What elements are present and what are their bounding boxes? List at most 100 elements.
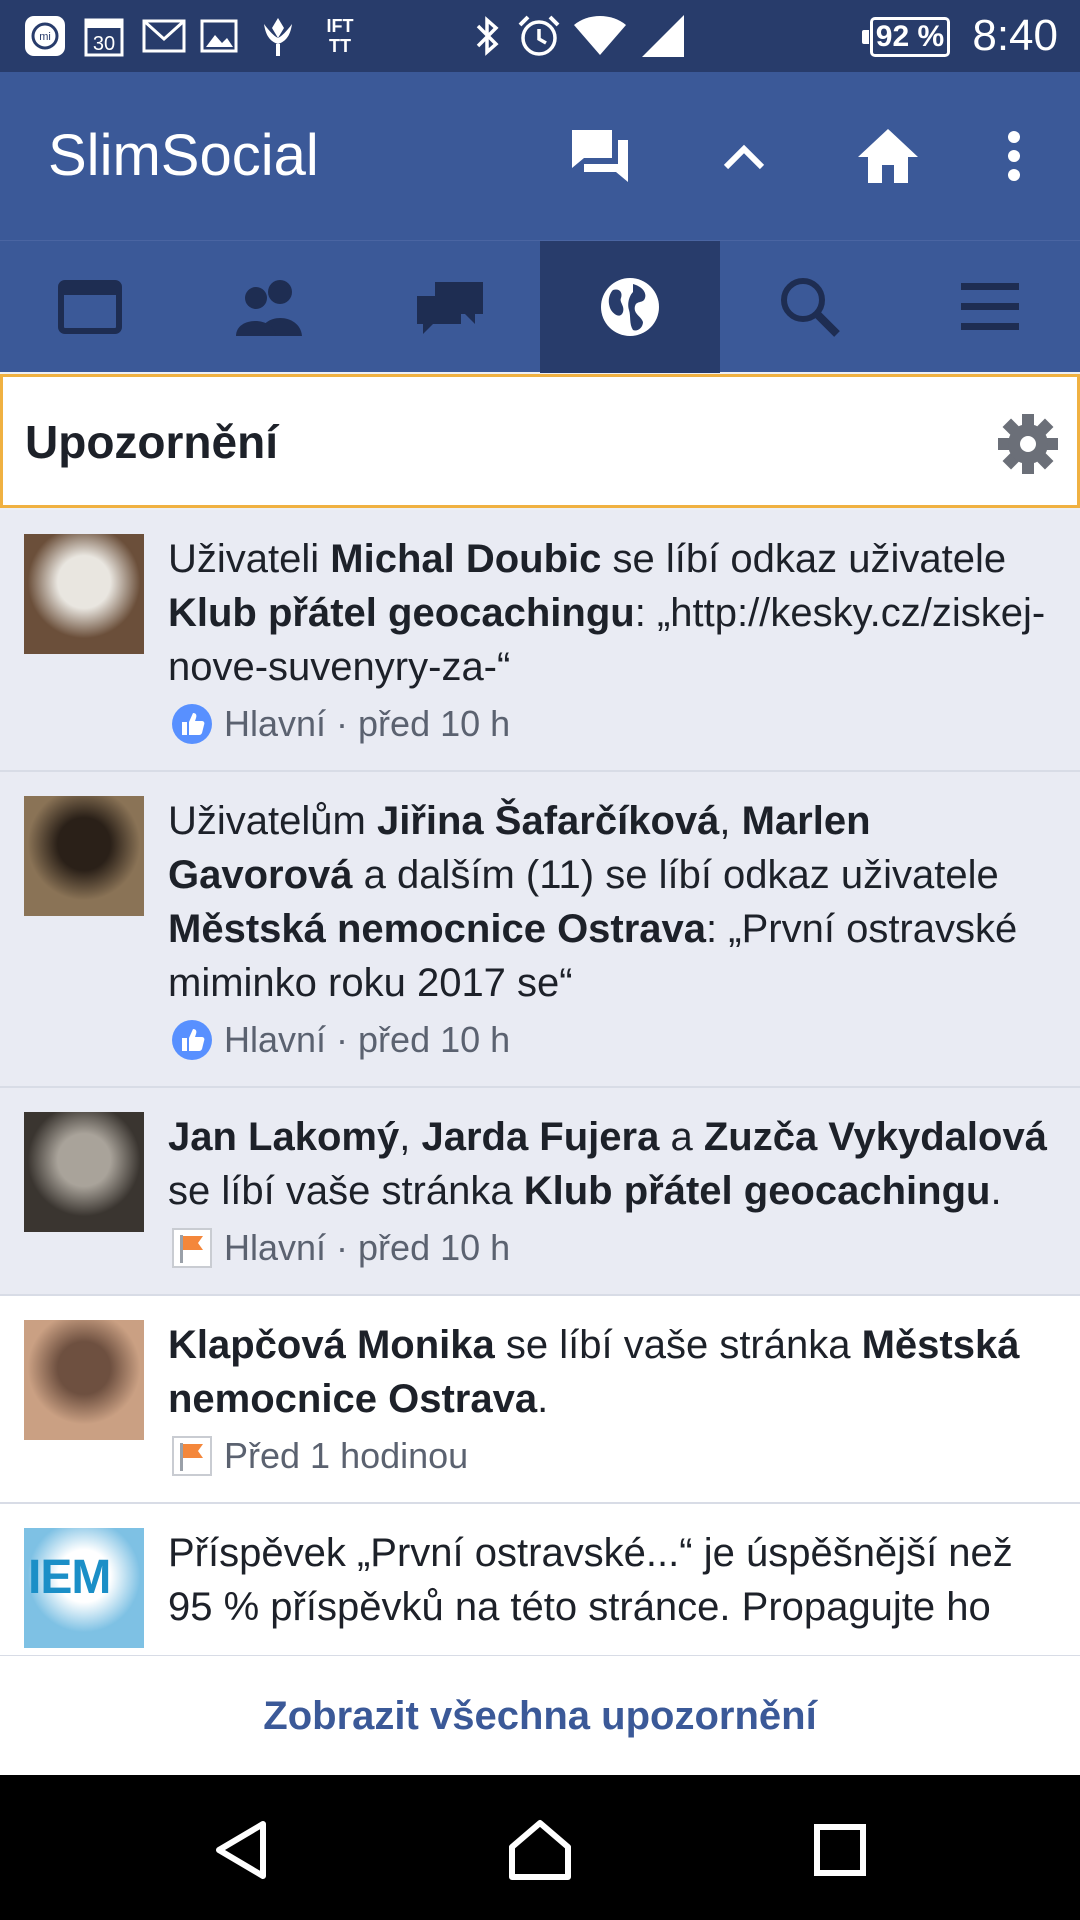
notification-text-part: , <box>399 1115 422 1159</box>
globe-icon <box>601 278 659 336</box>
status-bar: mi 30 IFT TT 92 % 8:40 <box>0 0 1080 72</box>
notification-timestamp: Hlavní · před 10 h <box>224 1227 511 1268</box>
tab-friends[interactable] <box>180 241 360 373</box>
home-nav-button[interactable] <box>485 1805 595 1895</box>
alarm-icon <box>516 12 562 60</box>
notification-text-part: se líbí vaše stránka <box>494 1323 862 1367</box>
image-icon <box>200 12 238 60</box>
avatar-logo-text: IEM <box>28 1551 111 1604</box>
search-icon <box>781 278 840 337</box>
tab-search[interactable] <box>720 241 900 373</box>
gear-icon <box>998 414 1058 474</box>
more-vert-icon <box>1008 131 1020 181</box>
chevron-up-icon <box>723 144 765 170</box>
friends-icon <box>236 280 302 336</box>
page-flag-icon <box>168 1224 216 1272</box>
notification-meta: Před 1 hodinou <box>168 1428 1060 1484</box>
gmail-icon <box>142 12 186 60</box>
notification-entity: Klub přátel geocachingu <box>168 591 635 635</box>
notification-text: Jan Lakomý, Jarda Fujera a Zuzča Vykydal… <box>168 1110 1060 1218</box>
notification-text-part: se líbí odkaz uživatele <box>601 537 1007 581</box>
recents-button[interactable] <box>785 1805 895 1895</box>
svg-text:IFT: IFT <box>327 16 354 36</box>
avatar <box>24 534 144 654</box>
like-icon <box>168 700 216 748</box>
notification-text: Klapčová Monika se líbí vaše stránka Měs… <box>168 1318 1060 1426</box>
notification-meta: Hlavní · před 10 h <box>168 696 1060 752</box>
hamburger-icon <box>961 283 1019 330</box>
notification-entity: Klub přátel geocachingu <box>523 1169 991 1213</box>
notification-text: Uživateli Michal Doubic se líbí odkaz už… <box>168 532 1060 694</box>
recents-icon <box>814 1824 866 1876</box>
notification-text-part: . <box>537 1377 549 1421</box>
avatar <box>24 1112 144 1232</box>
tab-notifications[interactable] <box>540 241 720 373</box>
notification-timestamp: Hlavní · před 10 h <box>224 1019 511 1060</box>
home-button[interactable] <box>844 112 932 200</box>
back-button[interactable] <box>186 1805 296 1895</box>
scroll-up-button[interactable] <box>700 112 788 200</box>
notification-entity: Jarda Fujera <box>421 1115 660 1159</box>
like-icon <box>168 1016 216 1064</box>
notification-entity: Michal Doubic <box>330 537 602 581</box>
notification-meta: Hlavní · před 10 h <box>168 1220 1060 1276</box>
notification-text: Uživatelům Jiřina Šafarčíková, Marlen Ga… <box>168 794 1060 1010</box>
tab-menu[interactable] <box>900 241 1080 373</box>
svg-text:mi: mi <box>39 31 51 43</box>
app-title: SlimSocial <box>48 123 319 188</box>
mi-icon: mi <box>24 12 66 60</box>
ifttt-icon: IFT TT <box>318 12 362 60</box>
messages-icon <box>572 130 628 182</box>
battery-indicator: 92 % <box>862 17 950 57</box>
tab-bar <box>0 240 1080 373</box>
notification-meta: Hlavní · před 10 h <box>168 1012 1060 1068</box>
notification-text-part: a dalším (11) se líbí odkaz uživatele <box>352 853 999 897</box>
see-all-notifications-link[interactable]: Zobrazit všechna upozornění <box>0 1655 1080 1775</box>
page-flag-icon <box>168 1432 216 1480</box>
svg-text:TT: TT <box>329 36 351 56</box>
signal-icon <box>640 12 686 60</box>
notification-item[interactable]: Uživatelům Jiřina Šafarčíková, Marlen Ga… <box>0 772 1080 1088</box>
notification-entity: Klapčová Monika <box>168 1323 495 1367</box>
notification-item[interactable]: Klapčová Monika se líbí vaše stránka Měs… <box>0 1296 1080 1504</box>
notification-timestamp: Před 1 hodinou <box>224 1435 469 1476</box>
home-icon <box>858 129 918 183</box>
home-nav-icon <box>509 1820 571 1880</box>
tab-news-feed[interactable] <box>0 241 180 373</box>
clock: 8:40 <box>972 11 1058 60</box>
calendar-icon: 30 <box>84 12 124 60</box>
notification-list: Uživateli Michal Doubic se líbí odkaz už… <box>0 510 1080 1655</box>
tulip-icon <box>258 12 298 60</box>
notification-text-part: se líbí vaše stránka <box>168 1169 524 1213</box>
svg-text:30: 30 <box>93 33 115 55</box>
app-bar: SlimSocial <box>0 72 1080 240</box>
notification-item[interactable]: IEM Příspěvek „První ostravské...“ je úsp… <box>0 1504 1080 1655</box>
notifications-header: Upozornění <box>0 374 1080 508</box>
notification-item[interactable]: Uživateli Michal Doubic se líbí odkaz už… <box>0 510 1080 772</box>
notification-entity: Jan Lakomý <box>168 1115 400 1159</box>
notification-text-part: , <box>719 799 742 843</box>
avatar <box>24 796 144 916</box>
page-title: Upozornění <box>25 416 278 468</box>
tab-messages[interactable] <box>360 241 540 373</box>
notification-settings-button[interactable] <box>997 413 1059 475</box>
avatar: IEM <box>24 1528 144 1648</box>
newsfeed-icon <box>58 280 122 334</box>
notification-entity: Zuzča Vykydalová <box>703 1115 1047 1159</box>
notification-text-part: a <box>659 1115 704 1159</box>
overflow-menu-button[interactable] <box>970 112 1058 200</box>
messages-button[interactable] <box>556 112 644 200</box>
wifi-icon <box>572 12 628 60</box>
notification-text-part: . <box>990 1169 1002 1213</box>
chat-icon <box>417 282 483 334</box>
notification-text-part: Uživatelům <box>168 799 377 843</box>
notification-text-part: Příspěvek „První ostravské...“ je úspěšn… <box>168 1531 1013 1629</box>
notification-item[interactable]: Jan Lakomý, Jarda Fujera a Zuzča Vykydal… <box>0 1088 1080 1296</box>
avatar <box>24 1320 144 1440</box>
notification-text-part: Uživateli <box>168 537 331 581</box>
notification-entity: Městská nemocnice Ostrava <box>168 907 707 951</box>
notification-timestamp: Hlavní · před 10 h <box>224 703 511 744</box>
bluetooth-icon <box>474 12 502 60</box>
back-icon <box>216 1821 266 1879</box>
notification-text: Příspěvek „První ostravské...“ je úspěšn… <box>168 1526 1060 1634</box>
